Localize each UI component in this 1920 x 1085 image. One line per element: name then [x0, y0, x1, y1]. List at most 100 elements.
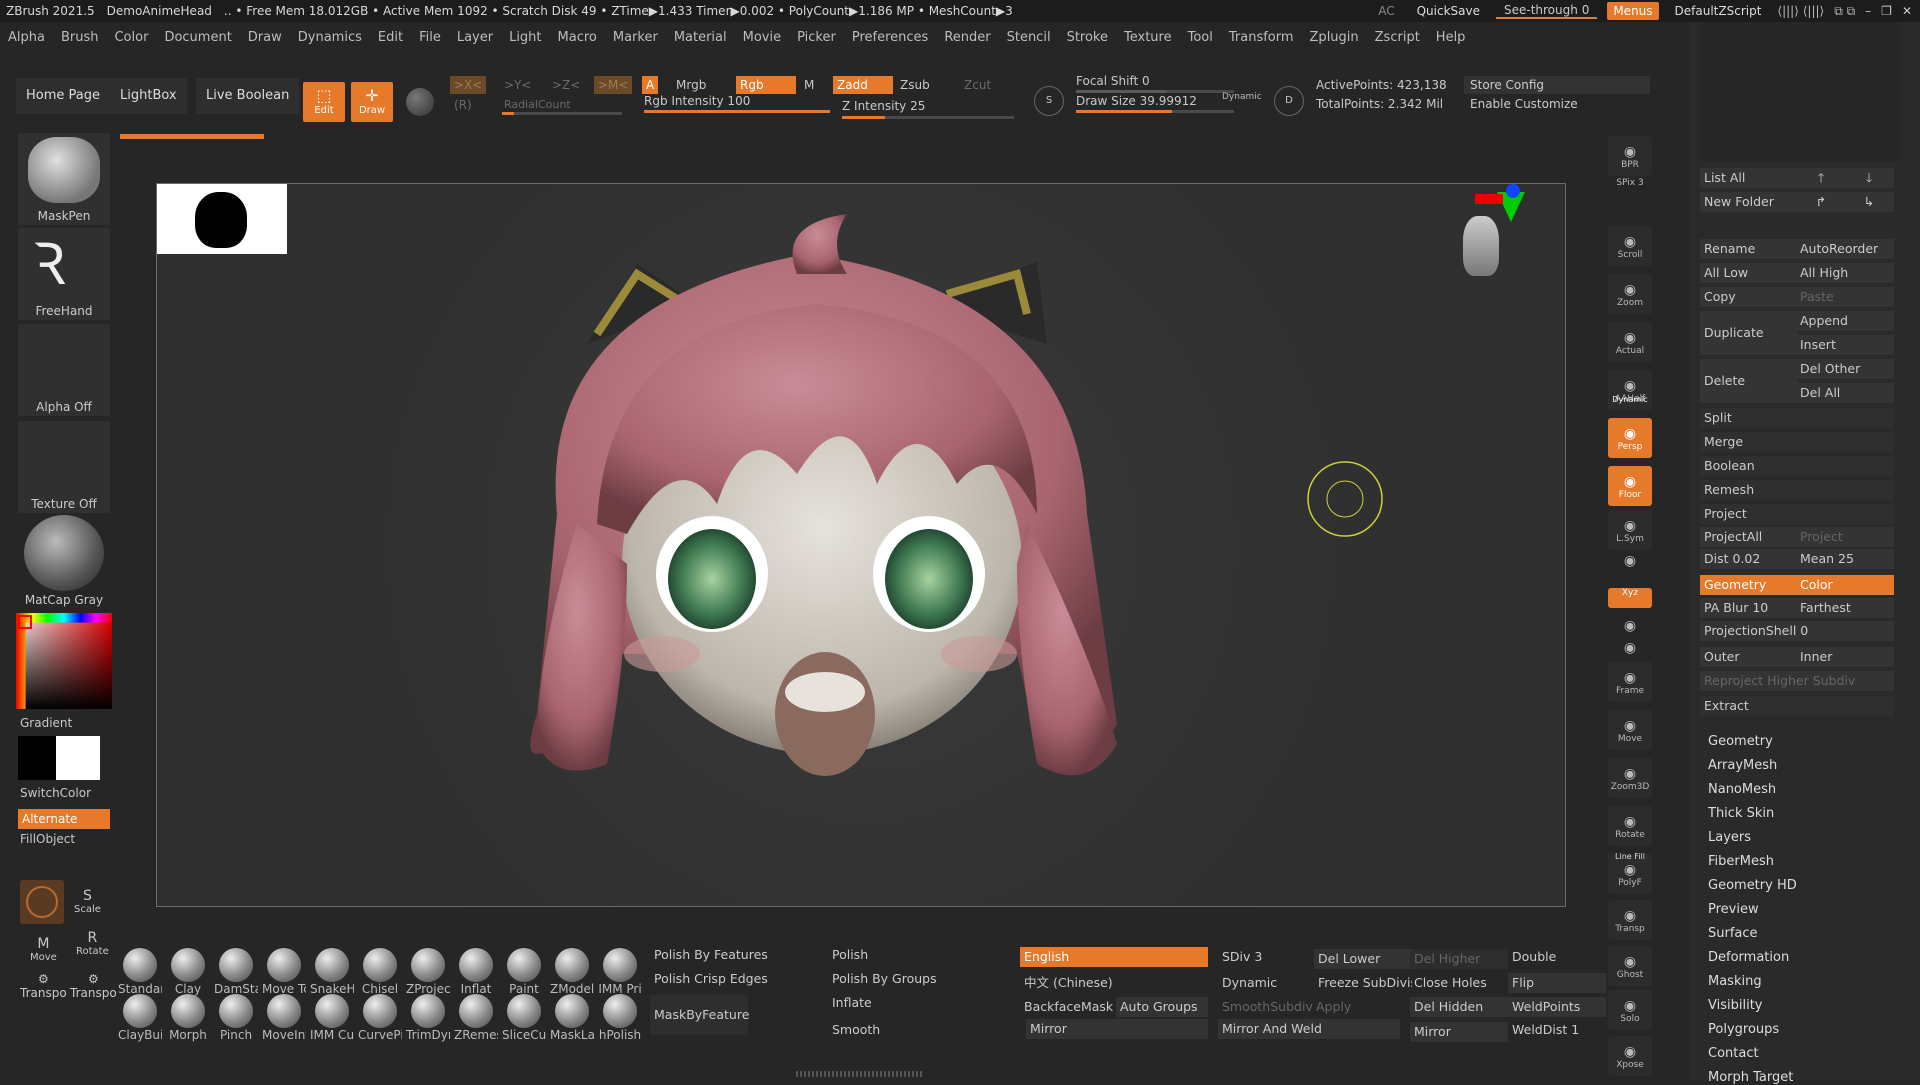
menu-macro[interactable]: Macro: [550, 30, 605, 45]
menu-transform[interactable]: Transform: [1221, 30, 1302, 45]
home-page-button[interactable]: Home Page: [16, 78, 110, 114]
mean-slider[interactable]: Mean 25: [1796, 549, 1894, 569]
quicksave-button[interactable]: QuickSave: [1411, 2, 1486, 20]
menu-picker[interactable]: Picker: [789, 30, 844, 45]
viewport-canvas[interactable]: [156, 183, 1566, 907]
radial-r-button[interactable]: (R): [450, 96, 476, 114]
close-icon[interactable]: ✕: [1902, 4, 1912, 18]
inflate-slider[interactable]: Inflate: [828, 993, 1012, 1013]
section-preview[interactable]: Preview: [1708, 902, 1759, 917]
projection-shell-slider[interactable]: ProjectionShell 0: [1700, 621, 1894, 641]
menu-stencil[interactable]: Stencil: [999, 30, 1059, 45]
project-section[interactable]: Project: [1700, 504, 1894, 524]
right-shelf-button-xpose[interactable]: ◉ Xpose: [1608, 1036, 1652, 1076]
freeze-subdiv-button[interactable]: Freeze SubDivision Levels: [1314, 973, 1412, 993]
right-shelf-button-solo[interactable]: ◉ Solo: [1608, 990, 1652, 1030]
restore-icon[interactable]: ❐: [1881, 4, 1892, 18]
brush-snakehc[interactable]: SnakeHc: [310, 948, 354, 996]
right-shelf-button-blank-12[interactable]: ◉: [1608, 640, 1652, 658]
dist-slider[interactable]: Dist 0.02: [1700, 549, 1798, 569]
section-fibermesh[interactable]: FiberMesh: [1708, 854, 1774, 869]
right-shelf-button-transp[interactable]: ◉ Transp: [1608, 900, 1652, 940]
right-shelf-button-spix-3[interactable]: SPix 3: [1608, 178, 1652, 196]
english-button[interactable]: English: [1020, 947, 1208, 967]
brush-paint[interactable]: Paint: [502, 948, 546, 996]
alternate-button[interactable]: Alternate: [18, 809, 110, 829]
list-all-button[interactable]: List All: [1700, 168, 1798, 188]
right-shelf-button-scroll[interactable]: ◉ Scroll: [1608, 226, 1652, 266]
maskbyfeature-button[interactable]: MaskByFeature: [650, 995, 749, 1035]
brush-selector[interactable]: MaskPen: [18, 133, 110, 225]
menu-movie[interactable]: Movie: [735, 30, 789, 45]
brush-imm-pri[interactable]: IMM Pri: [598, 948, 642, 996]
rotate-button[interactable]: R Rotate: [76, 930, 109, 957]
right-shelf-button-floor[interactable]: ◉ Floor: [1608, 466, 1652, 506]
brush-morph[interactable]: Morph: [166, 994, 210, 1042]
brush-claybuil[interactable]: ClayBuil: [118, 994, 162, 1042]
split-section[interactable]: Split: [1700, 408, 1894, 428]
right-shelf-button-rotate[interactable]: ◉ Rotate: [1608, 806, 1652, 846]
append-button[interactable]: Append: [1796, 311, 1894, 331]
gradient-label[interactable]: Gradient: [20, 716, 72, 730]
down-arrow-icon[interactable]: 🡓: [1844, 168, 1894, 188]
section-thick-skin[interactable]: Thick Skin: [1708, 806, 1774, 821]
brush-trimdyr[interactable]: TrimDyr: [406, 994, 450, 1042]
del-other-button[interactable]: Del Other: [1796, 359, 1894, 379]
section-nanomesh[interactable]: NanoMesh: [1708, 782, 1776, 797]
del-hidden-button[interactable]: Del Hidden: [1410, 997, 1508, 1017]
menu-document[interactable]: Document: [156, 30, 239, 45]
menu-texture[interactable]: Texture: [1116, 30, 1180, 45]
right-shelf-button-persp[interactable]: ◉ Persp: [1608, 418, 1652, 458]
symmetry-z-button[interactable]: >Z<: [548, 76, 584, 94]
m-axis-button[interactable]: >M<: [594, 76, 633, 94]
see-through-slider[interactable]: See-through 0: [1495, 3, 1598, 19]
all-low-button[interactable]: All Low: [1700, 263, 1798, 283]
right-shelf-button-zoom[interactable]: ◉ Zoom: [1608, 274, 1652, 314]
brush-standar[interactable]: Standar: [118, 948, 162, 996]
section-contact[interactable]: Contact: [1708, 1046, 1759, 1061]
lightbox-button[interactable]: LightBox: [110, 78, 187, 114]
brush-moveinf[interactable]: MoveInf: [262, 994, 306, 1042]
menu-help[interactable]: Help: [1428, 30, 1474, 45]
right-shelf-button-move[interactable]: ◉ Move: [1608, 710, 1652, 750]
section-geometry-hd[interactable]: Geometry HD: [1708, 878, 1797, 893]
brush-zremes[interactable]: ZRemes: [454, 994, 498, 1042]
right-shelf-button-aahalf[interactable]: ◉ AAHalf: [1608, 370, 1652, 410]
project-history-button[interactable]: Project History: [1796, 527, 1894, 564]
extract-section[interactable]: Extract: [1700, 696, 1894, 716]
section-surface[interactable]: Surface: [1708, 926, 1758, 941]
menus-toggle[interactable]: Menus: [1607, 2, 1659, 20]
mirror-button[interactable]: Mirror: [1026, 1019, 1208, 1039]
all-high-button[interactable]: All High: [1796, 263, 1894, 283]
mrgb-button[interactable]: Mrgb: [672, 76, 710, 94]
menu-layer[interactable]: Layer: [449, 30, 501, 45]
menu-light[interactable]: Light: [501, 30, 549, 45]
fillobject-button[interactable]: FillObject: [20, 832, 75, 846]
outer-button[interactable]: Outer: [1700, 647, 1798, 667]
lazy-mouse-icon[interactable]: S: [1034, 86, 1064, 116]
right-shelf-button-blank-9[interactable]: ◉: [1608, 553, 1652, 571]
brush-hpolish[interactable]: hPolish: [598, 994, 642, 1042]
paste-button[interactable]: Paste: [1796, 287, 1894, 307]
right-shelf-button-zoom3d[interactable]: ◉ Zoom3D: [1608, 758, 1652, 798]
duplicate-button[interactable]: Duplicate: [1700, 311, 1798, 355]
zsub-button[interactable]: Zsub: [896, 76, 934, 94]
store-config-button[interactable]: Store Config: [1464, 76, 1650, 94]
window-icon[interactable]: ⧉ ⧉: [1834, 4, 1855, 19]
color-toggle[interactable]: Color: [1796, 575, 1894, 595]
polish-by-features-slider[interactable]: Polish By Features: [650, 945, 818, 965]
right-shelf-button-bpr[interactable]: ◉ BPR: [1608, 136, 1652, 176]
menu-color[interactable]: Color: [106, 30, 156, 45]
menu-zplugin[interactable]: Zplugin: [1302, 30, 1367, 45]
new-folder-button[interactable]: New Folder: [1700, 192, 1798, 212]
symmetry-y-button[interactable]: >Y<: [500, 76, 535, 94]
rename-button[interactable]: Rename: [1700, 239, 1798, 259]
menu-preferences[interactable]: Preferences: [844, 30, 936, 45]
auto-groups-button[interactable]: Auto Groups: [1116, 997, 1208, 1017]
polish-crisp-edges-slider[interactable]: Polish Crisp Edges: [650, 969, 818, 989]
dynamic-size-toggle[interactable]: Dynamic: [1222, 92, 1262, 102]
focal-shift-slider[interactable]: [1076, 90, 1234, 93]
del-all-button[interactable]: Del All: [1796, 383, 1894, 403]
brush-pinch[interactable]: Pinch: [214, 994, 258, 1042]
brush-move-tc[interactable]: Move Tc: [262, 948, 306, 996]
